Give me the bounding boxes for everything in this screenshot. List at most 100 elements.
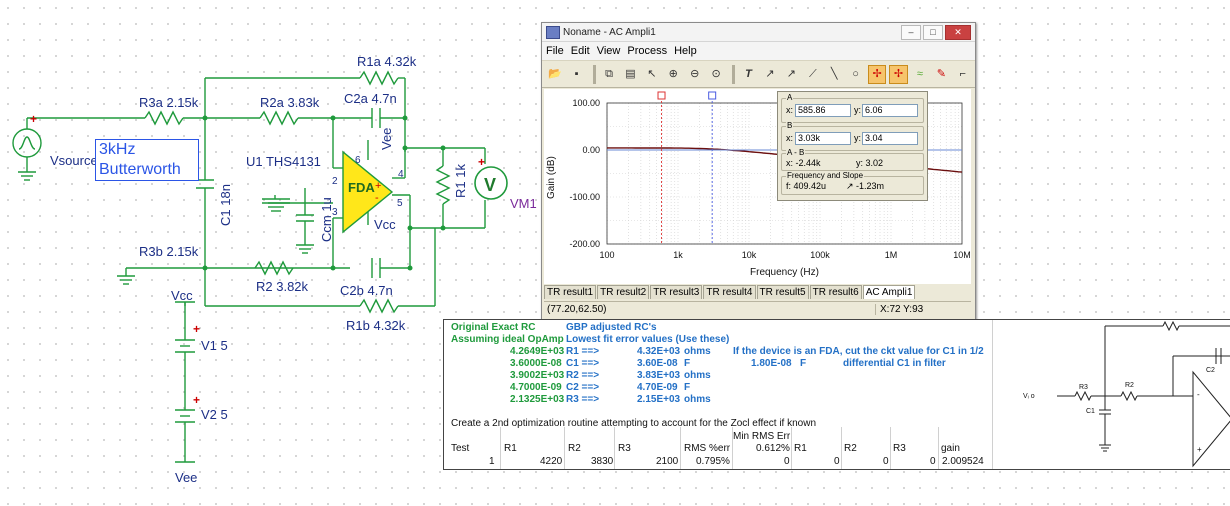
hdr-r2[interactable]: R2 bbox=[568, 443, 581, 455]
cell-name-r1[interactable]: R1 ==> bbox=[566, 346, 599, 358]
hdr-r3[interactable]: R3 bbox=[618, 443, 631, 455]
window-titlebar[interactable]: Noname - AC Ampli1 – □ ✕ bbox=[542, 23, 975, 42]
menu-edit[interactable]: Edit bbox=[567, 45, 593, 57]
cell-lowest-fit[interactable]: Lowest fit error values (Use these) bbox=[566, 334, 729, 346]
cell-min-rms[interactable]: Min RMS Err bbox=[733, 431, 790, 443]
zoom-in-icon[interactable]: ⊕ bbox=[664, 65, 682, 84]
cell-name-r2[interactable]: R2 ==> bbox=[566, 370, 599, 382]
hdr-r2b[interactable]: R2 bbox=[844, 443, 857, 455]
cell-orig-c2[interactable]: 4.7000E-09 bbox=[510, 382, 562, 394]
cell-unit-r3[interactable]: ohms bbox=[684, 394, 711, 406]
v2-label: V2 5 bbox=[201, 407, 228, 422]
cell-name-c2[interactable]: C2 ==> bbox=[566, 382, 599, 394]
circle-icon[interactable]: ○ bbox=[846, 65, 864, 84]
cursor-b-y-field[interactable]: 3.04 bbox=[862, 132, 918, 145]
cell-zero-1[interactable]: 0 bbox=[784, 456, 790, 468]
cursor-b-x-field[interactable]: 3.03k bbox=[795, 132, 851, 145]
r2-label: R2 3.82k bbox=[256, 279, 309, 294]
cell-orig-r1[interactable]: 4.2649E+03 bbox=[510, 346, 564, 358]
cell-r1-val[interactable]: 4220 bbox=[540, 456, 562, 468]
cell-fda-note[interactable]: If the device is an FDA, cut the ckt val… bbox=[733, 346, 984, 358]
filter-spec-textbox[interactable]: 3kHz Butterworth bbox=[95, 139, 199, 181]
tab-tr-result5[interactable]: TR result5 bbox=[756, 285, 809, 299]
cell-val-c1[interactable]: 3.60E-08 bbox=[637, 358, 678, 370]
maximize-button[interactable]: □ bbox=[923, 24, 943, 40]
tab-tr-result1[interactable]: TR result1 bbox=[544, 285, 597, 299]
cell-gbp-adjusted[interactable]: GBP adjusted RC's bbox=[566, 322, 657, 334]
cell-unit-c2[interactable]: F bbox=[684, 382, 690, 394]
cell-name-c1[interactable]: C1 ==> bbox=[566, 358, 599, 370]
ac-analysis-window[interactable]: Noname - AC Ampli1 – □ ✕ File Edit View … bbox=[541, 22, 976, 320]
cell-rms-val[interactable]: 0.795% bbox=[696, 456, 730, 468]
marker-icon[interactable]: ✎ bbox=[932, 65, 950, 84]
cell-val-r3[interactable]: 2.15E+03 bbox=[637, 394, 680, 406]
copy-icon[interactable]: ⧉ bbox=[600, 65, 618, 84]
fda-label: FDA bbox=[348, 180, 375, 195]
cell-half-c1-unit[interactable]: F bbox=[800, 358, 806, 370]
cell-r2-val[interactable]: 3830 bbox=[591, 456, 613, 468]
cell-r3-val[interactable]: 2100 bbox=[656, 456, 678, 468]
cursor-a-x-label: x: bbox=[786, 105, 794, 115]
probe2-icon[interactable]: ↗ bbox=[782, 65, 800, 84]
save-icon[interactable]: ▪ bbox=[567, 65, 585, 84]
slope-icon[interactable]: ⟋ bbox=[804, 65, 822, 84]
corner-icon[interactable]: ⌐ bbox=[954, 65, 972, 84]
cell-name-r3[interactable]: R3 ==> bbox=[566, 394, 599, 406]
hdr-gain[interactable]: gain bbox=[941, 443, 960, 455]
cell-assuming-ideal[interactable]: Assuming ideal OpAmp bbox=[451, 334, 564, 346]
tab-tr-result4[interactable]: TR result4 bbox=[703, 285, 756, 299]
tab-ac-ampli1[interactable]: AC Ampli1 bbox=[862, 285, 916, 299]
cursor-b-icon[interactable]: ✢ bbox=[889, 64, 908, 84]
open-icon[interactable]: 📂 bbox=[546, 65, 564, 84]
cursor-a-icon[interactable]: ✢ bbox=[867, 64, 887, 84]
probe-icon[interactable]: ↗ bbox=[761, 65, 779, 84]
hdr-test[interactable]: Test bbox=[451, 443, 469, 455]
hdr-r3b[interactable]: R3 bbox=[893, 443, 906, 455]
cell-unit-c1[interactable]: F bbox=[684, 358, 690, 370]
cursor-readout-panel[interactable]: A x: 585.86 y: 6.06 B x: 3.03k y: 3.04 A… bbox=[777, 91, 928, 201]
line-icon[interactable]: ╲ bbox=[825, 65, 843, 84]
hdr-r1b[interactable]: R1 bbox=[794, 443, 807, 455]
cell-optimize-text[interactable]: Create a 2nd optimization routine attemp… bbox=[451, 418, 816, 430]
cell-unit-r1[interactable]: ohms bbox=[684, 346, 711, 358]
text-icon[interactable]: T bbox=[739, 65, 757, 84]
r1b-label: R1b 4.32k bbox=[346, 318, 406, 333]
cell-unit-r2[interactable]: ohms bbox=[684, 370, 711, 382]
menu-view[interactable]: View bbox=[593, 45, 624, 57]
tab-tr-result2[interactable]: TR result2 bbox=[597, 285, 650, 299]
hdr-r1[interactable]: R1 bbox=[504, 443, 517, 455]
pin6-label: 6 bbox=[355, 155, 361, 166]
cell-zero-2[interactable]: 0 bbox=[834, 456, 840, 468]
cell-orig-c1[interactable]: 3.6000E-08 bbox=[510, 358, 562, 370]
cell-val-r2[interactable]: 3.83E+03 bbox=[637, 370, 680, 382]
embedded-circuit-image[interactable]: Vᵢ o R3 R2 C1 C2 - + bbox=[992, 320, 1230, 469]
cell-zero-4[interactable]: 0 bbox=[930, 456, 936, 468]
cursor-a-x-field[interactable]: 585.86 bbox=[795, 104, 851, 117]
tab-tr-result3[interactable]: TR result3 bbox=[650, 285, 703, 299]
cell-zero-3[interactable]: 0 bbox=[883, 456, 889, 468]
cell-val-c2[interactable]: 4.70E-09 bbox=[637, 382, 678, 394]
cursor-a-y-field[interactable]: 6.06 bbox=[862, 104, 918, 117]
hdr-rms[interactable]: RMS %err bbox=[684, 443, 730, 455]
pointer-icon[interactable]: ↖ bbox=[643, 65, 661, 84]
menu-file[interactable]: File bbox=[542, 45, 567, 57]
menu-process[interactable]: Process bbox=[623, 45, 670, 57]
cell-original-exact[interactable]: Original Exact RC bbox=[451, 322, 535, 334]
cell-val-r1[interactable]: 4.32E+03 bbox=[637, 346, 680, 358]
paste-icon[interactable]: ▤ bbox=[621, 65, 639, 84]
hdr-min-rms-value[interactable]: 0.612% bbox=[756, 443, 790, 455]
close-button[interactable]: ✕ bbox=[945, 24, 971, 40]
menu-help[interactable]: Help bbox=[670, 45, 700, 57]
cell-orig-r2[interactable]: 3.9002E+03 bbox=[510, 370, 564, 382]
cell-test-1[interactable]: 1 bbox=[489, 456, 495, 468]
cell-half-c1[interactable]: 1.80E-08 bbox=[751, 358, 792, 370]
cell-orig-r3[interactable]: 2.1325E+03 bbox=[510, 394, 564, 406]
wave-icon[interactable]: ≈ bbox=[911, 65, 929, 84]
tab-tr-result6[interactable]: TR result6 bbox=[809, 285, 862, 299]
spreadsheet[interactable]: Original Exact RC GBP adjusted RC's Assu… bbox=[443, 319, 1230, 470]
minimize-button[interactable]: – bbox=[901, 24, 921, 40]
cell-gain-val[interactable]: 2.009524 bbox=[942, 456, 984, 468]
zoom-out-icon[interactable]: ⊖ bbox=[686, 65, 704, 84]
zoom-fit-icon[interactable]: ⊙ bbox=[707, 65, 725, 84]
cell-diff-c1-note[interactable]: differential C1 in filter bbox=[843, 358, 946, 370]
